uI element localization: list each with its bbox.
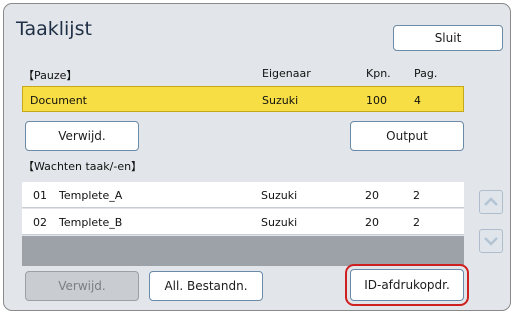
delete-paused-button[interactable]: Verwijd. (25, 121, 139, 151)
job-name: Templete_B (59, 216, 123, 229)
empty-list-area (22, 236, 464, 266)
job-owner: Suzuki (261, 189, 298, 202)
job-copies: 20 (365, 189, 379, 202)
delete-waiting-button: Verwijd. (25, 271, 139, 301)
job-index: 01 (33, 189, 47, 202)
pages-column-header: Pag. (414, 67, 438, 80)
job-pages: 4 (414, 94, 421, 107)
paused-section-label: 【Pauze】 (23, 69, 78, 82)
job-pages: 2 (413, 216, 420, 229)
job-name: Templete_A (59, 189, 123, 202)
table-row[interactable]: 01 Templete_A Suzuki 20 2 (22, 182, 464, 208)
output-button[interactable]: Output (350, 121, 464, 151)
job-index: 02 (33, 216, 47, 229)
chevron-up-icon (484, 197, 498, 206)
scroll-down-button[interactable] (479, 229, 503, 253)
waiting-section-label: 【Wachten taak/-en】 (23, 160, 143, 173)
job-owner: Suzuki (261, 216, 298, 229)
job-owner: Suzuki (262, 94, 299, 107)
job-copies: 100 (366, 94, 387, 107)
id-print-jobs-button[interactable]: ID-afdrukopdr. (345, 264, 469, 306)
job-name: Document (30, 94, 87, 107)
all-files-button[interactable]: All. Bestandn. (149, 271, 263, 301)
owner-column-header: Eigenaar (262, 67, 311, 80)
table-row[interactable]: 02 Templete_B Suzuki 20 2 (22, 209, 464, 235)
chevron-down-icon (484, 237, 498, 246)
job-copies: 20 (365, 216, 379, 229)
scroll-up-button[interactable] (479, 190, 503, 214)
copies-column-header: Kpn. (366, 67, 391, 80)
page-title: Taaklijst (16, 18, 92, 40)
job-pages: 2 (413, 189, 420, 202)
paused-job-row[interactable]: Document Suzuki 100 4 (22, 86, 464, 112)
close-button[interactable]: Sluit (393, 25, 503, 51)
